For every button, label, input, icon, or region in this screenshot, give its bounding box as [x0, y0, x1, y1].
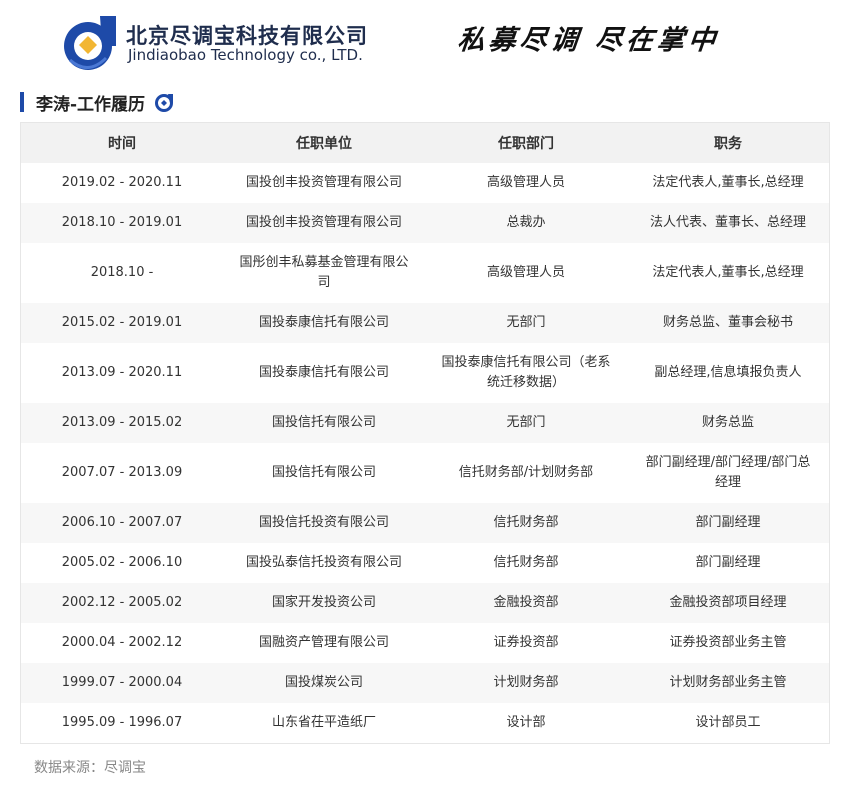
- table-row: 2013.09 - 2015.02 国投信托有限公司 无部门 财务总监: [21, 403, 829, 443]
- cell-department: 无部门: [425, 303, 627, 343]
- cell-company: 国融资产管理有限公司: [258, 635, 389, 650]
- cell-company: 山东省茌平造纸厂: [271, 715, 376, 730]
- table-row: 2013.09 - 2020.11 国投泰康信托有限公司 国投泰康信托有限公司（老系…: [21, 343, 829, 403]
- cell-department: 国投泰康信托有限公司（老系统迁移数据）: [441, 355, 611, 390]
- cell-company: 国投信托有限公司: [271, 465, 376, 480]
- cell-position: 设计部员工: [695, 715, 761, 730]
- cell-period: 2013.09 - 2015.02: [21, 403, 223, 443]
- cell-position: 金融投资部项目经理: [627, 583, 829, 623]
- cell-department: 计划财务部: [425, 663, 627, 703]
- column-header-period: 时间: [21, 123, 223, 163]
- table-row: 2019.02 - 2020.11 国投创丰投资管理有限公司 高级管理人员 法定代表人…: [21, 163, 829, 203]
- cell-department: 信托财务部: [425, 503, 627, 543]
- cell-company: 国彤创丰私募基金管理有限公司: [239, 255, 409, 290]
- table-row: 2000.04 - 2002.12 国融资产管理有限公司 证券投资部 证券投资部业务主…: [21, 623, 829, 663]
- table-row: 1995.09 - 1996.07 山东省茌平造纸厂 设计部 设计部员工: [21, 703, 829, 743]
- table-row: 2007.07 - 2013.09 国投信托有限公司 信托财务部/计划财务部 部门副经…: [21, 443, 829, 503]
- cell-period: 2019.02 - 2020.11: [61, 175, 183, 190]
- company-name-en: Jindiaobao Technology co., LTD.: [128, 46, 363, 64]
- table-row: 2018.10 - 2019.01 国投创丰投资管理有限公司 总裁办 法人代表、董事长…: [21, 203, 829, 243]
- table-row: 2006.10 - 2007.07 国投信托投资有限公司 信托财务部 部门副经理: [21, 503, 829, 543]
- cell-period: 2005.02 - 2006.10: [61, 555, 183, 570]
- slogan: 私募尽调 尽在掌中: [456, 25, 721, 56]
- cell-department: 高级管理人员: [486, 265, 565, 280]
- cell-department: 设计部: [506, 715, 546, 730]
- cell-period: 2013.09 - 2020.11: [61, 365, 183, 380]
- cell-period: 2018.10 - 2019.01: [21, 203, 223, 243]
- cell-period: 2000.04 - 2002.12: [61, 635, 183, 650]
- cell-company: 国投泰康信托有限公司: [223, 303, 425, 343]
- cell-position: 部门副经理/部门经理/部门总经理: [645, 455, 811, 490]
- cell-position: 部门副经理: [695, 555, 761, 570]
- cell-department: 信托财务部: [493, 555, 559, 570]
- cell-period: 1995.09 - 1996.07: [61, 715, 183, 730]
- cell-company: 国投创丰投资管理有限公司: [245, 175, 402, 190]
- table-row: 1999.07 - 2000.04 国投煤炭公司 计划财务部 计划财务部业务主管: [21, 663, 829, 703]
- cell-company: 国投信托有限公司: [223, 403, 425, 443]
- cell-company: 国投煤炭公司: [223, 663, 425, 703]
- section-title: 李涛-工作履历: [20, 92, 175, 115]
- page-header: 北京尽调宝科技有限公司 Jindiaobao Technology co., L…: [0, 0, 850, 84]
- cell-position: 财务总监: [627, 403, 829, 443]
- data-source-note: 数据来源：尽调宝: [34, 760, 146, 776]
- cell-company: 国投信托投资有限公司: [223, 503, 425, 543]
- cell-position: 副总经理,信息填报负责人: [654, 365, 802, 380]
- cell-position: 证券投资部业务主管: [669, 635, 787, 650]
- cell-position: 法定代表人,董事长,总经理: [652, 265, 804, 280]
- cell-period: 2006.10 - 2007.07: [21, 503, 223, 543]
- cell-position: 计划财务部业务主管: [627, 663, 829, 703]
- cell-department: 金融投资部: [425, 583, 627, 623]
- table-row: 2002.12 - 2005.02 国家开发投资公司 金融投资部 金融投资部项目经理: [21, 583, 829, 623]
- cell-period: 2018.10 -: [90, 265, 154, 280]
- cell-department: 证券投资部: [493, 635, 559, 650]
- cell-department: 信托财务部/计划财务部: [458, 465, 594, 480]
- column-header-department: 任职部门: [425, 123, 627, 163]
- work-history-table: 时间 任职单位 任职部门 职务 2019.02 - 2020.11 国投创丰投资管…: [20, 122, 830, 744]
- cell-position: 财务总监、董事会秘书: [627, 303, 829, 343]
- table-header-row: 时间 任职单位 任职部门 职务: [21, 123, 829, 163]
- cell-company: 国投泰康信托有限公司: [258, 365, 389, 380]
- column-header-company: 任职单位: [223, 123, 425, 163]
- section-title-text: 李涛-工作履历: [36, 94, 146, 115]
- cell-position: 部门副经理: [627, 503, 829, 543]
- table-row: 2015.02 - 2019.01 国投泰康信托有限公司 无部门 财务总监、董事会秘书: [21, 303, 829, 343]
- cell-company: 国投创丰投资管理有限公司: [223, 203, 425, 243]
- column-header-position: 职务: [627, 123, 829, 163]
- cell-position: 法定代表人,董事长,总经理: [652, 175, 804, 190]
- cell-position: 法人代表、董事长、总经理: [627, 203, 829, 243]
- cell-department: 总裁办: [425, 203, 627, 243]
- cell-department: 无部门: [425, 403, 627, 443]
- cell-period: 2007.07 - 2013.09: [61, 465, 183, 480]
- cell-period: 2002.12 - 2005.02: [21, 583, 223, 623]
- jindiaobao-d-icon: [155, 94, 174, 112]
- table-row: 2005.02 - 2006.10 国投弘泰信托投资有限公司 信托财务部 部门副经理: [21, 543, 829, 583]
- cell-department: 高级管理人员: [486, 175, 565, 190]
- cell-period: 1999.07 - 2000.04: [21, 663, 223, 703]
- cell-company: 国投弘泰信托投资有限公司: [245, 555, 402, 570]
- table-row: 2018.10 - 国彤创丰私募基金管理有限公司 高级管理人员 法定代表人,董事长,总…: [21, 243, 829, 303]
- cell-company: 国家开发投资公司: [223, 583, 425, 623]
- jindiaobao-logo-icon: [64, 16, 116, 70]
- title-accent-bar: [20, 92, 24, 112]
- cell-period: 2015.02 - 2019.01: [21, 303, 223, 343]
